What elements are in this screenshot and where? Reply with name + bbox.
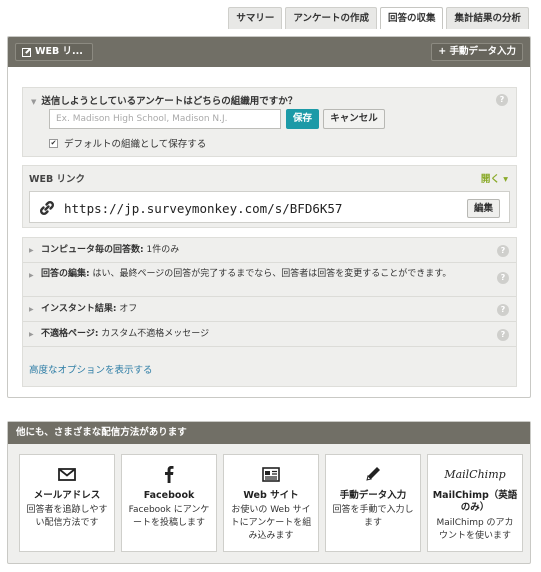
collector-panel: WEB リ... + 手動データ入力 ▼ 送信しようとしているアンケートはどちらの… bbox=[7, 36, 531, 398]
expand-triangle-icon: ▶ bbox=[29, 331, 34, 338]
default-organization-option: ✔ デフォルトの組織として保存する bbox=[49, 136, 206, 150]
link-chain-icon bbox=[39, 200, 55, 216]
default-organization-label: デフォルトの組織として保存する bbox=[64, 139, 207, 150]
website-method-card[interactable]: Web サイト お使いの Web サイトにアンケートを組み込みます bbox=[223, 454, 319, 552]
default-organization-checkbox[interactable]: ✔ bbox=[49, 138, 58, 148]
mailchimp-logo: MailChimp bbox=[428, 465, 522, 483]
card-description: 回答者を追跡しやすい配信方法です bbox=[26, 505, 108, 528]
open-link-toggle[interactable]: 開く ▾ bbox=[481, 171, 508, 185]
organization-question-box: ▼ 送信しようとしているアンケートはどちらの組織用ですか？ ? Ex. Madis… bbox=[22, 87, 517, 157]
card-title: メールアドレス bbox=[33, 490, 101, 501]
tab-design-survey[interactable]: アンケートの作成 bbox=[285, 7, 377, 29]
help-icon[interactable]: ? bbox=[497, 245, 509, 257]
manual-entry-method-card[interactable]: 手動データ入力 回答を手動で入力します bbox=[325, 454, 421, 552]
option-label: コンピュータ毎の回答数: bbox=[41, 245, 144, 255]
expand-triangle-icon: ▶ bbox=[29, 306, 34, 313]
web-link-label: WEB リンク bbox=[29, 174, 86, 185]
collector-panel-header: WEB リ... + 手動データ入力 bbox=[8, 37, 530, 67]
show-advanced-options-link[interactable]: 高度なオプションを表示する bbox=[29, 362, 153, 376]
website-icon bbox=[224, 465, 318, 483]
collector-options: ▶ コンピュータ毎の回答数: 1件のみ ? ▶ 回答の編集: はい、最終ページの… bbox=[22, 237, 517, 387]
expand-triangle-icon: ▶ bbox=[29, 272, 34, 279]
option-label: インスタント結果: bbox=[41, 304, 117, 314]
organization-question-title[interactable]: ▼ 送信しようとしているアンケートはどちらの組織用ですか？ bbox=[31, 93, 297, 107]
distribution-methods-header: 他にも、さまざまな配信方法があります bbox=[8, 422, 530, 444]
tab-analyze-results[interactable]: 集計結果の分析 bbox=[446, 7, 529, 29]
help-icon[interactable]: ? bbox=[496, 94, 508, 106]
pencil-icon bbox=[326, 465, 420, 483]
edit-url-button[interactable]: 編集 bbox=[467, 199, 500, 218]
collector-name-button[interactable]: WEB リ... bbox=[15, 43, 93, 61]
card-title: Facebook bbox=[143, 490, 195, 501]
card-description: 回答を手動で入力します bbox=[332, 505, 414, 528]
option-value: オフ bbox=[116, 304, 138, 314]
email-method-card[interactable]: メールアドレス 回答者を追跡しやすい配信方法です bbox=[19, 454, 115, 552]
mailchimp-logo-text: MailChimp bbox=[444, 467, 506, 481]
option-row-instant-results[interactable]: ▶ インスタント結果: オフ ? bbox=[23, 297, 516, 322]
help-icon[interactable]: ? bbox=[497, 272, 509, 284]
card-title: MailChimp（英語のみ） bbox=[432, 490, 518, 513]
option-row-disqualification-page[interactable]: ▶ 不適格ページ: カスタム不適格メッセージ ? bbox=[23, 322, 516, 347]
card-title: Web サイト bbox=[243, 490, 299, 501]
card-description: Facebook にアンケートを投稿します bbox=[128, 505, 210, 528]
edit-icon bbox=[22, 47, 31, 57]
option-value: 1件のみ bbox=[143, 245, 180, 255]
organization-input[interactable]: Ex. Madison High School, Madison N.J. bbox=[49, 109, 281, 129]
option-value: カスタム不適格メッセージ bbox=[98, 329, 210, 339]
help-icon[interactable]: ? bbox=[497, 304, 509, 316]
cancel-button[interactable]: キャンセル bbox=[323, 109, 385, 129]
distribution-cards: メールアドレス 回答者を追跡しやすい配信方法です Facebook Facebo… bbox=[19, 454, 523, 552]
organization-question-text: 送信しようとしているアンケートはどちらの組織用ですか？ bbox=[41, 96, 298, 107]
web-link-url-field[interactable]: https://jp.surveymonkey.com/s/BFD6K57 編集 bbox=[29, 191, 510, 223]
collapse-triangle-icon: ▼ bbox=[31, 98, 37, 106]
expand-triangle-icon: ▶ bbox=[29, 247, 34, 254]
option-label: 回答の編集: bbox=[41, 269, 90, 279]
envelope-icon bbox=[20, 465, 114, 483]
mailchimp-method-card[interactable]: MailChimp MailChimp（英語のみ） MailChimp のアカウ… bbox=[427, 454, 523, 552]
option-row-responses-per-computer[interactable]: ▶ コンピュータ毎の回答数: 1件のみ ? bbox=[23, 238, 516, 263]
tab-summary[interactable]: サマリー bbox=[228, 7, 283, 29]
collector-name-label: WEB リ... bbox=[35, 46, 83, 57]
card-description: MailChimp のアカウントを使います bbox=[436, 518, 514, 541]
web-link-url[interactable]: https://jp.surveymonkey.com/s/BFD6K57 bbox=[64, 201, 342, 216]
web-link-box: WEB リンク 開く ▾ https://jp.surveymonkey.com… bbox=[22, 165, 517, 228]
tab-bar: サマリー アンケートの作成 回答の収集 集計結果の分析 bbox=[228, 7, 529, 29]
distribution-methods-panel: 他にも、さまざまな配信方法があります メールアドレス 回答者を追跡しやすい配信方… bbox=[7, 421, 531, 564]
option-value: はい、最終ページの回答が完了するまでなら、回答者は回答を変更することができます。 bbox=[89, 269, 452, 279]
card-title: 手動データ入力 bbox=[339, 490, 407, 501]
facebook-icon bbox=[122, 465, 216, 483]
save-button[interactable]: 保存 bbox=[286, 109, 319, 129]
tab-collect-responses[interactable]: 回答の収集 bbox=[379, 7, 444, 29]
help-icon[interactable]: ? bbox=[497, 329, 509, 341]
manual-data-entry-button[interactable]: + 手動データ入力 bbox=[431, 43, 523, 61]
option-label: 不適格ページ: bbox=[41, 329, 99, 339]
card-description: お使いの Web サイトにアンケートを組み込みます bbox=[230, 505, 312, 541]
facebook-method-card[interactable]: Facebook Facebook にアンケートを投稿します bbox=[121, 454, 217, 552]
option-row-edit-responses[interactable]: ▶ 回答の編集: はい、最終ページの回答が完了するまでなら、回答者は回答を変更す… bbox=[23, 263, 516, 297]
